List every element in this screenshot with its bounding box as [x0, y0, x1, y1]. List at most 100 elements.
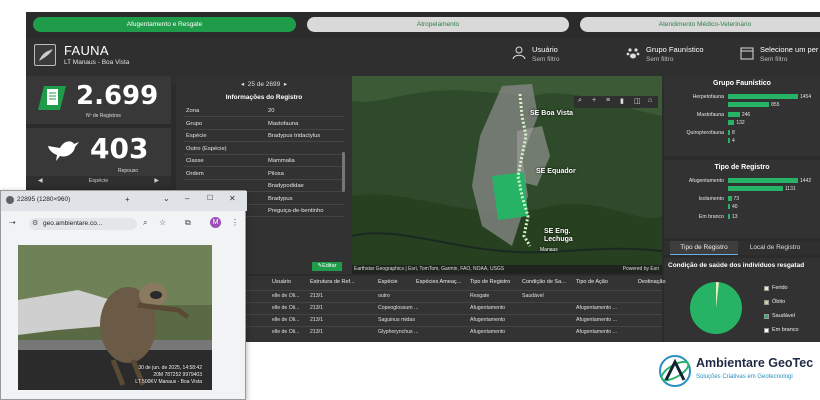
bar[interactable] [728, 186, 783, 191]
record-pager[interactable]: ◂ 25 de 2699 ▸ [176, 80, 352, 88]
pager-text: 25 de 2699 [247, 81, 281, 88]
record-field-key: Outro (Espécie) [186, 145, 227, 152]
bar[interactable] [728, 196, 732, 201]
search-icon[interactable]: ⌕ [578, 97, 582, 105]
filter-value: Sem filtro [532, 56, 560, 63]
edit-button[interactable]: ✎Editar [312, 262, 342, 271]
prev-record-icon[interactable]: ◂ [241, 81, 244, 88]
table-row[interactable]: elle de Oli... 213/1 Copeoglossum ... Afuge… [224, 302, 662, 314]
bar[interactable] [728, 102, 770, 107]
clipboard-icon [38, 86, 66, 110]
bar[interactable] [728, 112, 740, 117]
bar-value: 246 [741, 111, 751, 118]
legend-swatch [764, 314, 769, 319]
record-field-value: 20 [268, 108, 275, 114]
map-view[interactable]: SE Boa Vista SE Equador SE Eng. Lechuga … [352, 76, 662, 274]
bar-value: 1131 [784, 185, 796, 192]
layers-icon[interactable]: ≡ [606, 97, 610, 104]
table-row[interactable]: elle de Oli... 213/1 Saguinus midas Afugent… [224, 314, 662, 326]
record-field-value: Preguiça-de-bentinho [268, 208, 324, 214]
brand-name: Ambientare GeoTec [696, 356, 814, 370]
table-row[interactable]: elle de Oli... 213/1 Glyphorynchus ... Afug… [224, 326, 662, 338]
zoom-icon[interactable]: ⌕ [143, 218, 147, 228]
records-table: Usuário Estrutura de Ref... Espécie Espécie… [224, 276, 666, 342]
tipo-panel: Tipo de Registro 1442 Afugentamento 1131 73… [664, 160, 820, 238]
especie-nav[interactable]: ◀ Espécie ▶ [26, 176, 171, 186]
bar[interactable] [728, 204, 730, 209]
bar-label: Em branco [698, 213, 724, 220]
bar[interactable] [728, 120, 735, 125]
close-icon[interactable]: ✕ [229, 194, 236, 203]
table-header[interactable]: Usuário [272, 279, 291, 285]
next-arrow-icon[interactable]: ▶ [154, 177, 159, 184]
filter-value: Sem filtro [646, 56, 674, 63]
legend-swatch [764, 286, 769, 291]
maximize-icon[interactable]: ☐ [207, 194, 213, 202]
table-header[interactable]: Tipo de Ação [576, 279, 608, 285]
table-cell: elle de Oli... [272, 293, 300, 299]
bar-value: 1454 [800, 93, 812, 100]
tab-search-icon[interactable]: ⌄ [163, 194, 170, 203]
bar-value: 132 [736, 119, 745, 126]
bar[interactable] [728, 138, 730, 143]
filter-value: Sem filtro [760, 56, 788, 63]
record-scrollbar[interactable] [342, 152, 345, 192]
table-header[interactable]: Destinação [638, 279, 666, 285]
table-header[interactable]: Tipo de Registro [470, 279, 510, 285]
bar-label: Quiropterofauna [686, 129, 725, 136]
calendar-icon [740, 47, 754, 60]
table-header[interactable]: Espécie [378, 279, 398, 285]
saude-pie-chart [690, 282, 742, 334]
table-cell: Saguinus midas [378, 317, 415, 323]
next-record-icon[interactable]: ▸ [284, 81, 287, 88]
tab-local-registro[interactable]: Local de Registro [740, 241, 810, 255]
record-field-key: Zona [186, 108, 200, 114]
table-cell: Copeoglossum ... [378, 305, 419, 311]
legend-swatch [764, 300, 769, 305]
table-cell: Afugentamento [470, 305, 506, 311]
bar-label: Mastofauna [696, 111, 724, 118]
bar-value: 8 [732, 129, 735, 136]
site-info-icon[interactable]: ⇢ [9, 218, 16, 227]
tipo-tabs: Tipo de Registro Local de Registro [664, 241, 820, 255]
extensions-icon[interactable]: ⧉ [185, 218, 191, 228]
page-subtitle: LT Manaus - Boa Vista [64, 59, 130, 66]
table-row[interactable]: elle de Oli... 213/1 outro Resgate Saudável [224, 290, 662, 302]
home-icon[interactable]: ⌂ [648, 97, 652, 104]
brand-tagline: Soluções Criativas em Geotecnologi [696, 374, 793, 380]
site-settings-icon[interactable]: ⚙ [32, 218, 38, 230]
map-attribution: Earthstar Geographics | Esri, TomTom, Ga… [354, 266, 505, 272]
bar[interactable] [728, 94, 798, 99]
zoom-in-icon[interactable]: + [592, 97, 596, 104]
table-header[interactable]: Estrutura de Ref... [310, 279, 355, 285]
bar[interactable] [728, 214, 730, 219]
bar[interactable] [728, 178, 798, 183]
record-field-row: Outro (Espécie) [184, 144, 344, 155]
especies-label: Repouso [118, 168, 139, 174]
legend-label: Ferido [772, 285, 788, 291]
browser-window: 22895 (1280×960) + ⌄ – ☐ ✕ ⇢ ⚙ geo.ambie… [0, 190, 247, 400]
tab-tipo-registro[interactable]: Tipo de Registro [670, 241, 738, 255]
address-bar[interactable]: ⚙ geo.ambientare.co... [29, 218, 137, 230]
kpi-especies: 403 Repouso ◀ Espécie ▶ [26, 128, 171, 186]
especies-count: 403 [90, 132, 149, 165]
tab-atropelamento[interactable]: Atropelamento [307, 17, 569, 32]
bar[interactable] [728, 130, 730, 135]
record-field-row: Ordem Pilosa [184, 169, 344, 180]
bar-value: 1442 [800, 177, 812, 184]
tab-atendimento-medico[interactable]: Atendimento Médico-Veterinário [580, 17, 820, 32]
table-header[interactable]: Espécies Ameaç... [416, 279, 461, 285]
new-tab-icon[interactable]: + [125, 195, 130, 204]
table-cell: 213/1 [310, 329, 323, 335]
basemap-icon[interactable]: ◫ [634, 97, 641, 105]
legend-label: Em branco [772, 327, 799, 333]
map-label-boa-vista: SE Boa Vista [530, 110, 574, 117]
minimize-icon[interactable]: – [185, 194, 189, 203]
tab-afugentamento-resgate[interactable]: Afugentamento e Resgate [33, 17, 296, 32]
menu-icon[interactable]: ⋮ [231, 218, 239, 227]
avatar[interactable]: M [210, 217, 221, 228]
table-header[interactable]: Condição de Sa... [522, 279, 566, 285]
saude-title: Condição de saúde dos indivíduos resgata… [668, 262, 805, 269]
bookmark-icon[interactable]: ▮ [620, 97, 624, 105]
star-icon[interactable]: ☆ [159, 218, 166, 227]
